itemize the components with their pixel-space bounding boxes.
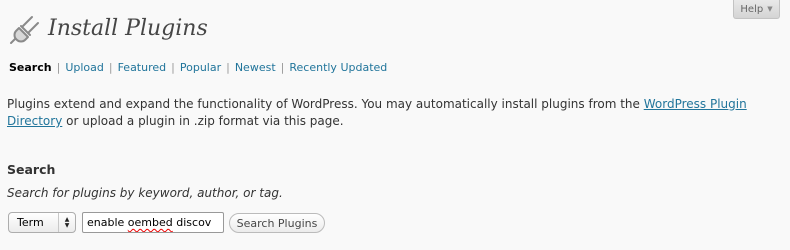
help-button[interactable]: Help ▼ <box>733 0 780 19</box>
search-input-text: discov <box>172 216 212 229</box>
plugin-install-tabs: Search | Upload | Featured | Popular | Newest | Re… <box>9 61 387 75</box>
help-label: Help <box>740 3 764 15</box>
tab-newest[interactable]: Newest <box>235 61 276 74</box>
tab-recently-updated[interactable]: Recently Updated <box>289 61 387 74</box>
search-plugins-button[interactable]: Search Plugins <box>229 213 325 233</box>
plugin-icon <box>10 16 39 44</box>
intro-text-after: or upload a plugin in .zip format via th… <box>62 114 344 128</box>
search-input-text: enable <box>87 216 128 229</box>
tab-featured[interactable]: Featured <box>118 61 167 74</box>
chevron-down-icon: ▼ <box>767 5 773 13</box>
select-arrows-icon: ▲ ▼ <box>58 213 75 232</box>
tab-separator: | <box>108 61 113 74</box>
tab-upload[interactable]: Upload <box>65 61 104 74</box>
tab-separator: | <box>171 61 175 74</box>
search-input-misspelled-word: oembed <box>127 216 173 229</box>
page-title: Install Plugins <box>48 16 208 41</box>
intro-text-before: Plugins extend and expand the functional… <box>7 97 644 111</box>
tab-popular[interactable]: Popular <box>180 61 221 74</box>
search-input[interactable]: enable oembed discov <box>82 212 224 233</box>
search-type-value: Term <box>17 216 44 229</box>
search-type-select[interactable]: Term ▲ ▼ <box>8 212 76 233</box>
tab-separator: | <box>56 61 61 74</box>
intro-paragraph: Plugins extend and expand the functional… <box>7 96 767 130</box>
tab-separator: | <box>280 61 285 74</box>
search-hint: Search for plugins by keyword, author, o… <box>7 186 283 200</box>
tab-separator: | <box>226 61 230 74</box>
tab-search[interactable]: Search <box>9 61 52 74</box>
search-heading: Search <box>7 162 56 177</box>
